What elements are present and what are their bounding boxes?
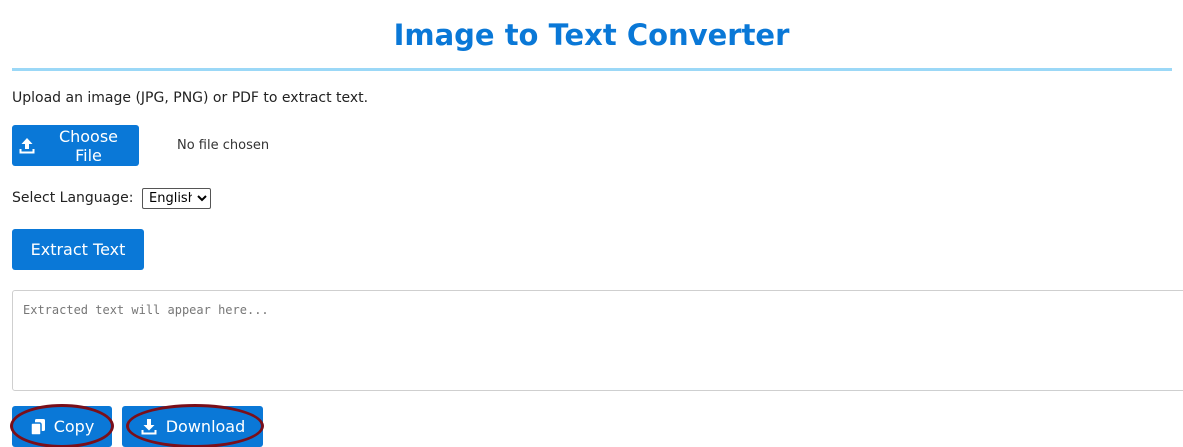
choose-file-button[interactable]: Choose File	[12, 125, 139, 166]
copy-icon	[29, 418, 46, 436]
file-status-text: No file chosen	[177, 138, 270, 153]
extracted-text-area[interactable]	[12, 290, 1183, 391]
copy-label: Copy	[53, 417, 95, 436]
extract-text-label: Extract Text	[30, 240, 126, 259]
copy-button[interactable]: Copy	[12, 406, 112, 447]
title-divider	[12, 68, 1172, 71]
download-icon	[140, 418, 158, 436]
choose-file-label: Choose File	[58, 126, 119, 165]
extract-text-button[interactable]: Extract Text	[12, 229, 144, 270]
page: Image to Text Converter Upload an image …	[0, 0, 1183, 447]
page-title: Image to Text Converter	[393, 18, 790, 52]
upload-instructions: Upload an image (JPG, PNG) or PDF to ext…	[12, 90, 369, 106]
language-select[interactable]: English	[142, 188, 211, 209]
language-label: Select Language:	[12, 190, 134, 206]
upload-icon	[18, 137, 36, 155]
download-button[interactable]: Download	[122, 406, 263, 447]
download-label: Download	[165, 417, 246, 436]
